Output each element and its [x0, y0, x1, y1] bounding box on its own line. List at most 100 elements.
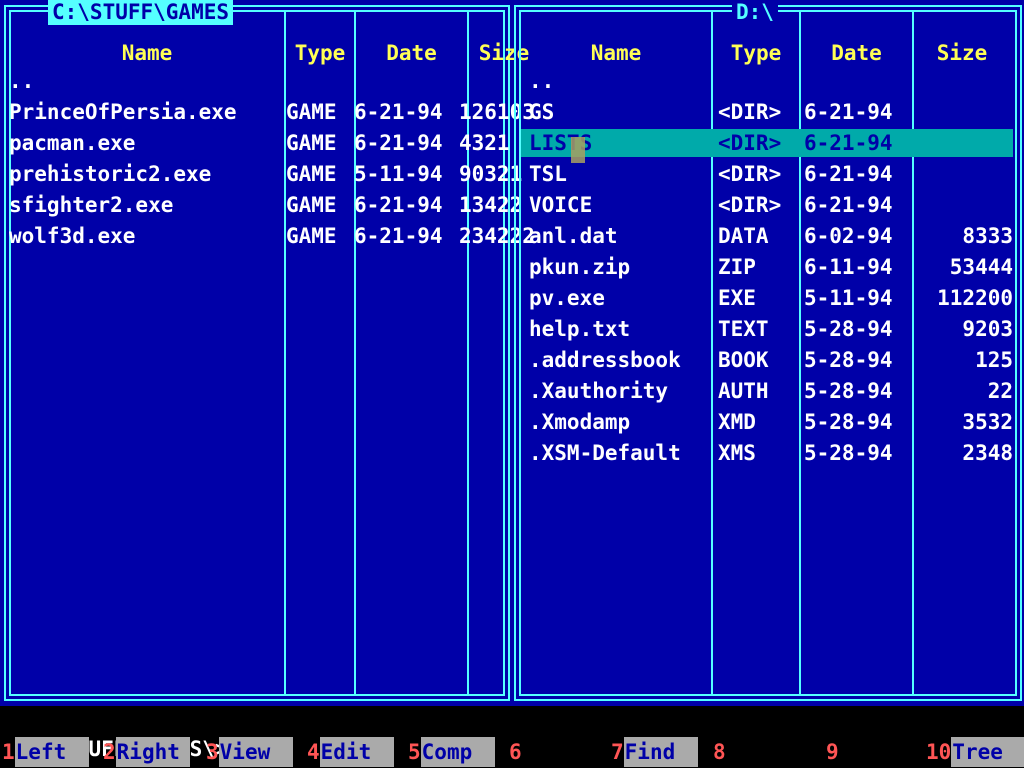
file-row[interactable]: GS <DIR> 6-21-94: [521, 98, 1013, 126]
file-row[interactable]: VOICE <DIR> 6-21-94: [521, 191, 1013, 219]
fkey-number: 5: [408, 740, 421, 764]
file-name: VOICE: [529, 193, 593, 217]
mouse-cursor: [571, 137, 585, 163]
fkey-10[interactable]: 10Tree: [926, 737, 1024, 767]
right-panel-title: D:\: [732, 0, 778, 25]
fkey-8[interactable]: 8: [713, 737, 800, 767]
file-type: GAME: [286, 100, 337, 124]
fkey-number: 4: [307, 740, 320, 764]
file-date: 6-21-94: [804, 100, 893, 124]
function-key-bar: 1Left 2Right 3View 4Edit 5Comp 6 7Find 8 9 10Tree: [0, 737, 1024, 767]
file-date: 6-11-94: [804, 255, 893, 279]
left-header-name: Name: [121, 41, 173, 65]
file-date: 5-28-94: [804, 379, 893, 403]
file-name: TSL: [529, 162, 567, 186]
right-header-type: Type: [730, 41, 782, 65]
file-name: sfighter2.exe: [9, 193, 174, 217]
file-row[interactable]: PrinceOfPersia.exe GAME 6-21-94 126103: [9, 98, 535, 126]
file-date: 5-28-94: [804, 348, 893, 372]
left-panel[interactable]: C:\STUFF\GAMES Name Type Date Size .. Pri…: [4, 0, 535, 701]
file-name: GS: [529, 100, 555, 124]
file-name: .Xauthority: [529, 379, 669, 403]
fkey-label: Find: [623, 737, 698, 767]
left-header-date: Date: [386, 41, 437, 65]
right-header-date: Date: [831, 41, 882, 65]
file-date: 6-21-94: [354, 100, 443, 124]
file-row-selected[interactable]: LISTS <DIR> 6-21-94: [521, 129, 1013, 157]
file-row[interactable]: .Xauthority AUTH 5-28-94 22: [521, 377, 1013, 405]
file-date: 5-11-94: [804, 286, 893, 310]
fkey-6[interactable]: 6: [509, 737, 596, 767]
file-size: 112200: [937, 286, 1013, 310]
file-name: .Xmodamp: [529, 410, 631, 434]
file-name: ..: [529, 69, 555, 93]
file-row[interactable]: pacman.exe GAME 6-21-94 4321: [9, 129, 510, 157]
fkey-label: Tree: [951, 737, 1024, 767]
fkey-number: 7: [611, 740, 624, 764]
file-row[interactable]: prehistoric2.exe GAME 5-11-94 90321: [9, 160, 522, 188]
file-type: GAME: [286, 193, 337, 217]
file-type: GAME: [286, 162, 337, 186]
file-size: 53444: [949, 255, 1013, 279]
fkey-1[interactable]: 1Left: [2, 737, 89, 767]
file-row[interactable]: TSL <DIR> 6-21-94: [521, 160, 1013, 188]
file-type: GAME: [286, 131, 337, 155]
file-size: 9203: [962, 317, 1013, 341]
fkey-label: Edit: [319, 737, 394, 767]
file-manager-screen: C:\STUFF\GAMES Name Type Date Size .. Pri…: [0, 0, 1024, 706]
file-date: 6-21-94: [804, 193, 893, 217]
file-type: XMS: [718, 441, 756, 465]
file-type: XMD: [718, 410, 756, 434]
fkey-9[interactable]: 9: [826, 737, 913, 767]
right-panel[interactable]: D:\ Name Type Date Size .. GS <DIR> 6-21-94…: [514, 0, 1022, 701]
file-name: pacman.exe: [9, 131, 136, 155]
file-row[interactable]: ..: [521, 67, 1013, 95]
file-name: help.txt: [529, 317, 631, 341]
file-type: TEXT: [718, 317, 769, 341]
file-name: .XSM-Default: [529, 441, 681, 465]
fkey-2[interactable]: 2Right: [103, 737, 190, 767]
file-date: 6-21-94: [354, 193, 443, 217]
file-row[interactable]: sfighter2.exe GAME 6-21-94 13422: [9, 191, 522, 219]
fkey-number: 9: [826, 740, 839, 764]
file-row[interactable]: .Xmodamp XMD 5-28-94 3532: [521, 408, 1013, 436]
file-size: 8333: [962, 224, 1013, 248]
fkey-number: 10: [926, 740, 952, 764]
fkey-label: Left: [14, 737, 89, 767]
file-name: prehistoric2.exe: [9, 162, 212, 186]
file-row[interactable]: ..: [9, 67, 506, 95]
file-size: 22: [987, 379, 1013, 403]
file-row[interactable]: pkun.zip ZIP 6-11-94 53444: [521, 253, 1013, 281]
fkey-5[interactable]: 5Comp: [408, 737, 495, 767]
file-type: <DIR>: [718, 162, 782, 186]
file-row[interactable]: anl.dat DATA 6-02-94 8333: [521, 222, 1013, 250]
file-type: <DIR>: [718, 100, 782, 124]
file-date: 5-28-94: [804, 441, 893, 465]
fkey-4[interactable]: 4Edit: [307, 737, 394, 767]
file-date: 6-21-94: [354, 131, 443, 155]
file-date: 5-11-94: [354, 162, 443, 186]
command-line[interactable]: C:\STUFF\GAMES\>: [0, 707, 238, 761]
file-name: pkun.zip: [529, 255, 631, 279]
file-name: wolf3d.exe: [9, 224, 136, 248]
fkey-3[interactable]: 3View: [206, 737, 293, 767]
file-date: 6-02-94: [804, 224, 893, 248]
file-date: 6-21-94: [804, 162, 893, 186]
file-row[interactable]: pv.exe EXE 5-11-94 112200: [521, 284, 1013, 312]
file-date: 6-21-94: [354, 224, 443, 248]
file-type: BOOK: [718, 348, 769, 372]
fkey-label: Comp: [420, 737, 495, 767]
file-type: <DIR>: [718, 193, 782, 217]
fkey-number: 8: [713, 740, 726, 764]
file-name: PrinceOfPersia.exe: [9, 100, 237, 124]
file-type: EXE: [718, 286, 756, 310]
fkey-7[interactable]: 7Find: [611, 737, 698, 767]
file-row[interactable]: help.txt TEXT 5-28-94 9203: [521, 315, 1013, 343]
file-row[interactable]: .XSM-Default XMS 5-28-94 2348: [521, 439, 1013, 467]
left-panel-title: C:\STUFF\GAMES: [48, 0, 234, 25]
file-name: LISTS: [529, 131, 593, 155]
file-row[interactable]: wolf3d.exe GAME 6-21-94 234222: [9, 222, 535, 250]
file-type: GAME: [286, 224, 337, 248]
file-row[interactable]: .addressbook BOOK 5-28-94 125: [521, 346, 1013, 374]
file-type: DATA: [718, 224, 769, 248]
